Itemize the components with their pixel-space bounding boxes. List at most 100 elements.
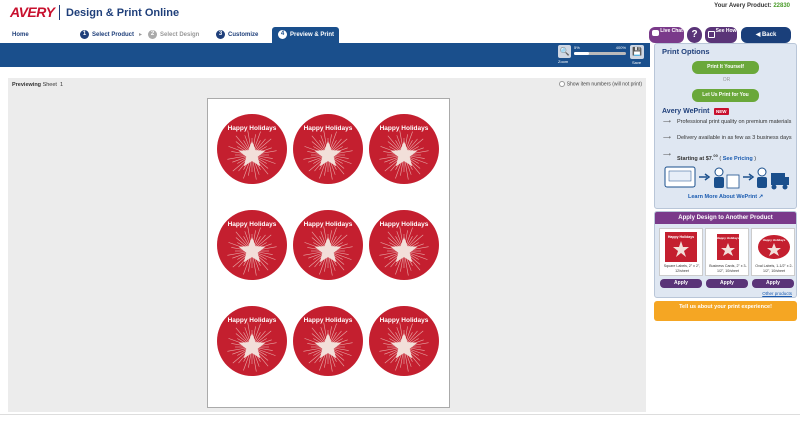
label-artwork: Happy Holidays — [217, 306, 287, 376]
learn-more-weprint-link[interactable]: Learn More About WePrint ↗ — [688, 194, 763, 200]
label-text: Happy Holidays — [228, 221, 277, 228]
top-right-toolbar: Live Chat ? See How ◀ Back — [649, 27, 799, 43]
holiday-label[interactable]: Happy Holidays — [368, 305, 440, 377]
oval-label-thumbnail: Happy Holidays — [758, 235, 790, 259]
print-options-title: Print Options — [662, 47, 710, 56]
holiday-label[interactable]: Happy Holidays — [368, 209, 440, 281]
label-text: Happy Holidays — [304, 317, 353, 324]
apply-design-panel: Apply Design to Another Product Happy Ho… — [654, 211, 797, 298]
step-number: 2 — [148, 29, 157, 39]
weprint-bullet: ⟶ Professional print quality on premium m… — [663, 119, 793, 126]
learn-more-text: Learn More About WePrint — [688, 194, 758, 200]
preview-canvas: Previewing Sheet 1 Show item numbers (wi… — [8, 78, 646, 412]
new-badge: NEW — [714, 108, 729, 115]
zoom-label: Zoom — [558, 59, 569, 64]
bullet-text: Professional print quality on premium ma… — [677, 119, 792, 125]
label-text: Happy Holidays — [304, 125, 353, 132]
show-item-numbers-toggle[interactable]: Show item numbers (will not print) — [558, 81, 642, 88]
arrow-right-icon: ⟶ — [663, 152, 671, 158]
product-description: Square Labels, 2" x 2", 12/sheet — [663, 264, 701, 273]
product-business-cards[interactable]: Happy Holidays Business Cards, 2" x 3-1/… — [705, 228, 749, 276]
apply-square-labels-button[interactable]: Apply — [660, 279, 702, 288]
product-number: 22830 — [773, 3, 790, 9]
print-options-panel: Print Options Print It Yourself OR Let U… — [654, 43, 797, 209]
nav-step-customize[interactable]: 3 Customize — [216, 27, 258, 43]
product-description: Business Cards, 2" x 3-1/2", 10/sheet — [709, 264, 747, 273]
product-label-text: Your Avery Product: — [714, 3, 772, 9]
step-label: Preview & Print — [290, 32, 335, 38]
or-divider: OR — [722, 77, 731, 83]
app-title: Design & Print Online — [66, 7, 180, 19]
weprint-bullet: ⟶ Delivery available in as few as 3 busin… — [663, 135, 793, 142]
zoom-slider-fill — [574, 52, 589, 55]
save-icon[interactable]: 💾 — [630, 45, 644, 59]
video-icon — [708, 31, 715, 38]
step-number: 3 — [216, 29, 225, 39]
bullet-text: Delivery available in as few as 3 busine… — [677, 135, 792, 141]
zoom-slider-track[interactable] — [574, 52, 626, 55]
weprint-illustration — [664, 166, 789, 190]
apply-oval-labels-button[interactable]: Apply — [752, 279, 794, 288]
holiday-label[interactable]: Happy Holidays — [292, 305, 364, 377]
help-button[interactable]: ? — [687, 27, 702, 43]
live-chat-button[interactable]: Live Chat — [649, 27, 684, 43]
arrow-right-icon: ⟶ — [663, 135, 671, 141]
label-artwork: Happy Holidays — [217, 210, 287, 280]
print-it-yourself-button[interactable]: Print It Yourself — [692, 61, 759, 74]
label-artwork: Happy Holidays — [369, 114, 439, 184]
label-text: Happy Holidays — [380, 317, 429, 324]
show-item-numbers-label: Show item numbers (will not print) — [566, 81, 642, 88]
save-label: Save — [632, 60, 642, 65]
header: AVERY Design & Print Online Your Avery P… — [0, 0, 800, 27]
holiday-label[interactable]: Happy Holidays — [292, 113, 364, 185]
square-label-thumbnail: Happy Holidays — [665, 232, 697, 262]
back-button[interactable]: ◀ Back — [741, 27, 791, 43]
zoom-slider[interactable]: 5% 400% — [574, 45, 626, 59]
previewing-text: Previewing — [12, 82, 42, 88]
nav-home[interactable]: Home — [12, 27, 29, 43]
label-artwork: Happy Holidays — [369, 306, 439, 376]
holiday-label[interactable]: Happy Holidays — [216, 305, 288, 377]
label-text: Happy Holidays — [228, 125, 277, 132]
other-products-link[interactable]: Other products — [762, 291, 792, 296]
label-text: Happy Holidays — [380, 221, 429, 228]
editor-toolbar: 🔍 Zoom 5% 400% 💾 Save — [0, 43, 650, 67]
nav-step-select-product[interactable]: 1 Select Product — [80, 27, 134, 43]
label-artwork: Happy Holidays — [293, 114, 363, 184]
weprint-title: Avery WePrint — [662, 108, 710, 115]
let-us-print-button[interactable]: Let Us Print for You — [692, 89, 759, 102]
holiday-label[interactable]: Happy Holidays — [216, 113, 288, 185]
label-sheet: Happy Holidays Happy Holidays Happy Holida… — [207, 98, 450, 408]
business-card-thumbnail: Happy Holidays — [717, 234, 740, 260]
step-nav: Home 1 Select Product ▸ 2 Select Design 3C… — [0, 27, 650, 43]
live-chat-label: Live Chat — [660, 28, 683, 34]
apply-business-cards-button[interactable]: Apply — [706, 279, 748, 288]
label-artwork: Happy Holidays — [293, 306, 363, 376]
avery-logo[interactable]: AVERY — [10, 4, 55, 20]
show-item-numbers-checkbox[interactable] — [558, 81, 565, 87]
step-label: Customize — [228, 32, 259, 38]
step-label: Select Design — [160, 32, 200, 38]
holiday-label[interactable]: Happy Holidays — [216, 209, 288, 281]
product-square-labels[interactable]: Happy Holidays Square Labels, 2" x 2", 1… — [659, 228, 703, 276]
thumb-text: Happy Holidays — [763, 238, 786, 242]
holiday-label[interactable]: Happy Holidays — [368, 113, 440, 185]
nav-step-preview-print[interactable]: 4 Preview & Print — [272, 27, 339, 43]
starting-cents: 00 — [713, 153, 718, 158]
zoom-icon[interactable]: 🔍 — [558, 45, 571, 58]
see-pricing-link[interactable]: See Pricing — [723, 156, 753, 162]
feedback-button[interactable]: Tell us about your print experience! — [654, 301, 797, 321]
see-how-button[interactable]: See How — [705, 27, 737, 43]
product-oval-labels[interactable]: Happy Holidays Oval Labels, 1-1/2" x 2-1… — [751, 228, 795, 276]
zoom-max-label: 400% — [615, 45, 626, 50]
chat-bubble-icon — [652, 30, 659, 36]
label-text: Happy Holidays — [228, 317, 277, 324]
holiday-label[interactable]: Happy Holidays — [292, 209, 364, 281]
nav-step-select-design[interactable]: 2 Select Design — [148, 27, 199, 43]
step-arrow-icon: ▸ — [139, 32, 143, 38]
step-label: Select Product — [92, 32, 135, 38]
see-how-label: See How — [715, 28, 737, 34]
thumb-text: Happy Holidays — [668, 235, 694, 239]
sheet-number: 1 — [60, 82, 64, 88]
starting-at-text: Starting at $7. — [677, 155, 714, 162]
